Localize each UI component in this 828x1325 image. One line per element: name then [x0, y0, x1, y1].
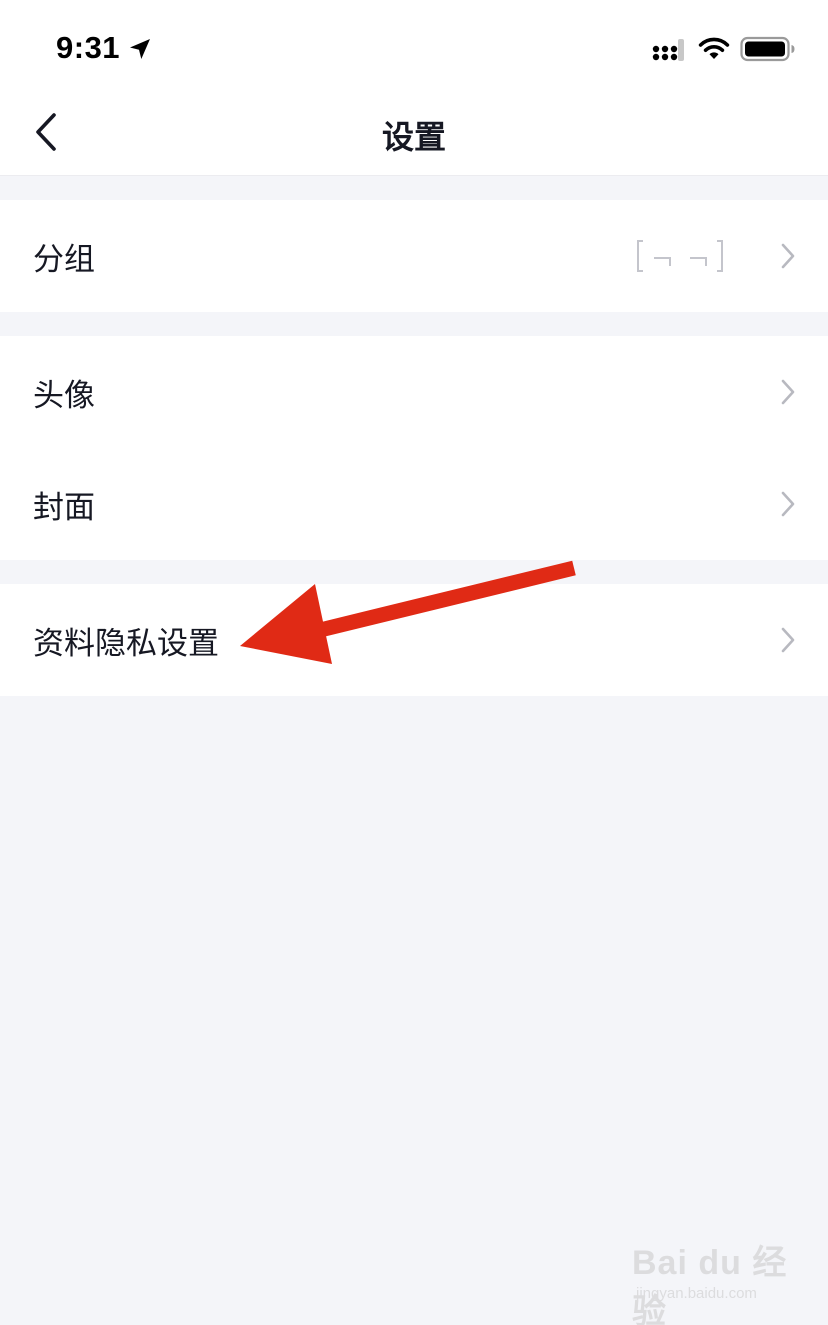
page-title: 设置	[381, 118, 446, 156]
red-arrow-icon	[240, 560, 576, 664]
settings-row-label: 分组	[33, 242, 95, 278]
watermark-logo: Bai du 经验	[632, 1244, 788, 1325]
settings-row-group[interactable]: 分组	[0, 200, 828, 312]
chevron-right-icon	[781, 491, 795, 517]
value-placeholder-icon	[637, 240, 723, 272]
settings-screen: 9:31 设置 分组 头像 封面 资料隐私设置 Bai du 经验 jingya…	[0, 0, 828, 1325]
battery-icon	[740, 36, 795, 62]
settings-group-grouping: 分组	[0, 200, 828, 312]
chevron-right-icon	[781, 243, 795, 269]
chevron-right-icon	[781, 627, 795, 653]
settings-row-label: 封面	[33, 490, 95, 526]
chevron-right-icon	[781, 379, 795, 405]
settings-row-label: 头像	[33, 378, 95, 414]
watermark: Bai du 经验 jingyan.baidu.com	[632, 1235, 788, 1325]
wifi-icon	[698, 37, 730, 59]
nav-bar: 设置	[0, 90, 828, 176]
settings-row-cover[interactable]: 封面	[0, 448, 828, 560]
location-arrow-icon	[130, 39, 150, 59]
status-bar: 9:31	[0, 0, 828, 90]
settings-row-avatar[interactable]: 头像	[0, 336, 828, 448]
status-time: 9:31	[56, 30, 121, 65]
settings-row-label: 资料隐私设置	[33, 626, 219, 662]
signal-icon	[652, 39, 684, 61]
watermark-url: jingyan.baidu.com	[636, 1285, 757, 1302]
settings-group-profile: 头像 封面	[0, 336, 828, 560]
